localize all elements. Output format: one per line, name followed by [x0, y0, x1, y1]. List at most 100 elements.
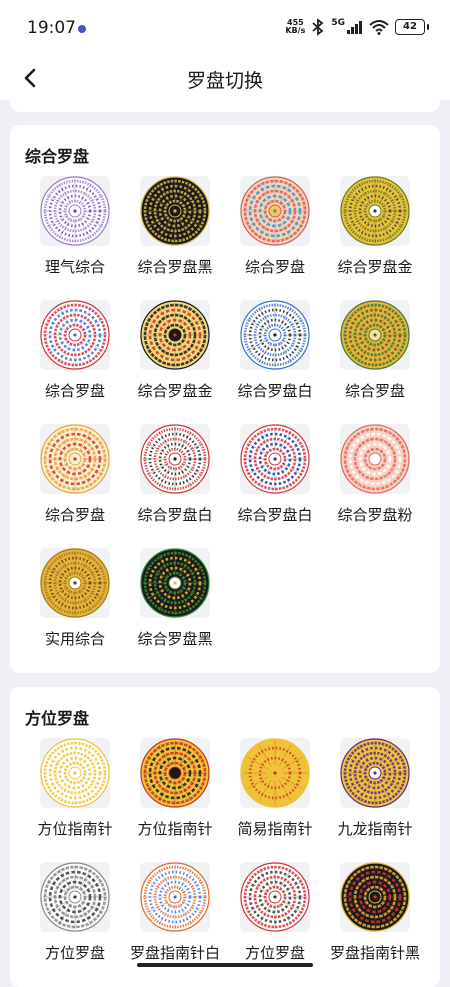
compass-icon: [40, 548, 110, 618]
previous-section-card: [10, 100, 440, 112]
compass-option[interactable]: 综合罗盘黑: [125, 548, 225, 658]
compass-thumbnail: [40, 548, 110, 618]
compass-thumbnail: [140, 424, 210, 494]
compass-option-label: 综合罗盘: [44, 382, 105, 400]
compass-option-label: 简易指南针: [237, 820, 313, 838]
section-title: 方位罗盘: [25, 709, 90, 728]
compass-option-label: 九龙指南针: [337, 820, 413, 838]
home-indicator[interactable]: [137, 963, 313, 967]
compass-option-label: 综合罗盘白: [137, 506, 213, 524]
compass-option-label: 综合罗盘: [44, 506, 105, 524]
compass-thumbnail: [340, 176, 410, 246]
compass-icon: [40, 424, 110, 494]
compass-option-label: 综合罗盘: [344, 382, 405, 400]
compass-option-label: 综合罗盘黑: [137, 630, 213, 648]
compass-option[interactable]: 综合罗盘: [25, 300, 125, 410]
compass-icon: [340, 738, 410, 808]
compass-option-label: 方位罗盘: [44, 944, 105, 962]
compass-option[interactable]: 罗盘指南针白: [125, 862, 225, 972]
compass-option[interactable]: 综合罗盘粉: [325, 424, 425, 534]
compass-section-card: 综合罗盘 理气综合 综合罗盘黑 综合罗盘 综合罗盘金 综合罗盘 综合罗盘金 综合罗盘白 综合罗盘…: [10, 125, 440, 673]
compass-option-label: 综合罗盘金: [337, 258, 413, 276]
compass-icon: [240, 738, 310, 808]
compass-option[interactable]: 简易指南针: [225, 738, 325, 848]
compass-thumbnail: [340, 424, 410, 494]
compass-icon: [40, 176, 110, 246]
compass-icon: [140, 300, 210, 370]
compass-thumbnail: [140, 738, 210, 808]
compass-option-label: 实用综合: [44, 630, 105, 648]
compass-icon: [240, 176, 310, 246]
compass-icon: [240, 862, 310, 932]
compass-option-label: 方位罗盘: [244, 944, 305, 962]
compass-section-card: 方位罗盘 方位指南针 方位指南针 简易指南针 九龙指南针 方位罗盘 罗盘指南针白 方位罗盘 罗盘…: [10, 687, 440, 987]
compass-option[interactable]: 九龙指南针: [325, 738, 425, 848]
compass-thumbnail: [40, 300, 110, 370]
compass-thumbnail: [240, 300, 310, 370]
bluetooth-icon: [312, 18, 324, 36]
nav-bar: 罗盘切换: [0, 56, 450, 100]
compass-option-label: 罗盘指南针黑: [329, 944, 420, 962]
compass-icon: [340, 862, 410, 932]
compass-option[interactable]: 综合罗盘白: [225, 424, 325, 534]
compass-icon: [140, 738, 210, 808]
compass-thumbnail: [140, 862, 210, 932]
compass-option[interactable]: 理气综合: [25, 176, 125, 286]
compass-option[interactable]: 方位指南针: [25, 738, 125, 848]
compass-option-label: 综合罗盘粉: [337, 506, 413, 524]
signal-icon: [347, 21, 362, 34]
compass-thumbnail: [40, 176, 110, 246]
compass-option[interactable]: 方位指南针: [125, 738, 225, 848]
compass-option-label: 综合罗盘金: [137, 382, 213, 400]
status-icons: 455 KB/s 5G 42: [285, 18, 429, 36]
compass-icon: [140, 862, 210, 932]
compass-icon: [340, 300, 410, 370]
compass-option[interactable]: 综合罗盘金: [325, 176, 425, 286]
compass-option[interactable]: 综合罗盘: [25, 424, 125, 534]
compass-icon: [40, 300, 110, 370]
compass-option[interactable]: 罗盘指南针黑: [325, 862, 425, 972]
compass-option-label: 方位指南针: [137, 820, 213, 838]
compass-option-label: 综合罗盘: [244, 258, 305, 276]
compass-option[interactable]: 实用综合: [25, 548, 125, 658]
compass-icon: [140, 176, 210, 246]
compass-option[interactable]: 综合罗盘金: [125, 300, 225, 410]
compass-option-label: 综合罗盘黑: [137, 258, 213, 276]
compass-option[interactable]: 综合罗盘: [325, 300, 425, 410]
compass-option[interactable]: 综合罗盘白: [125, 424, 225, 534]
compass-option[interactable]: 方位罗盘: [225, 862, 325, 972]
compass-icon: [240, 300, 310, 370]
battery-icon: 42: [395, 19, 429, 35]
compass-option[interactable]: 综合罗盘黑: [125, 176, 225, 286]
compass-icon: [40, 862, 110, 932]
network-type: 5G: [331, 18, 345, 28]
status-time: 19:07: [27, 18, 76, 38]
compass-thumbnail: [240, 424, 310, 494]
notification-dot-icon: [78, 25, 86, 33]
compass-icon: [340, 424, 410, 494]
compass-option-label: 罗盘指南针白: [129, 944, 220, 962]
compass-icon: [140, 424, 210, 494]
compass-option-label: 方位指南针: [37, 820, 113, 838]
net-speed-unit: KB/s: [285, 26, 306, 35]
compass-thumbnail: [40, 424, 110, 494]
compass-icon: [140, 548, 210, 618]
compass-option[interactable]: 方位罗盘: [25, 862, 125, 972]
compass-thumbnail: [240, 862, 310, 932]
compass-option-label: 综合罗盘白: [237, 382, 313, 400]
wifi-icon: [369, 20, 389, 35]
compass-option[interactable]: 综合罗盘: [225, 176, 325, 286]
status-bar: 19:07 455 KB/s 5G 42: [0, 0, 450, 56]
compass-option-label: 理气综合: [44, 258, 105, 276]
compass-thumbnail: [240, 176, 310, 246]
compass-icon: [240, 424, 310, 494]
compass-thumbnail: [40, 738, 110, 808]
compass-option[interactable]: 综合罗盘白: [225, 300, 325, 410]
compass-thumbnail: [40, 862, 110, 932]
compass-thumbnail: [340, 862, 410, 932]
net-speed: 455 KB/s: [285, 19, 305, 35]
section-title: 综合罗盘: [25, 147, 90, 166]
compass-thumbnail: [340, 300, 410, 370]
compass-thumbnail: [240, 738, 310, 808]
compass-thumbnail: [140, 548, 210, 618]
